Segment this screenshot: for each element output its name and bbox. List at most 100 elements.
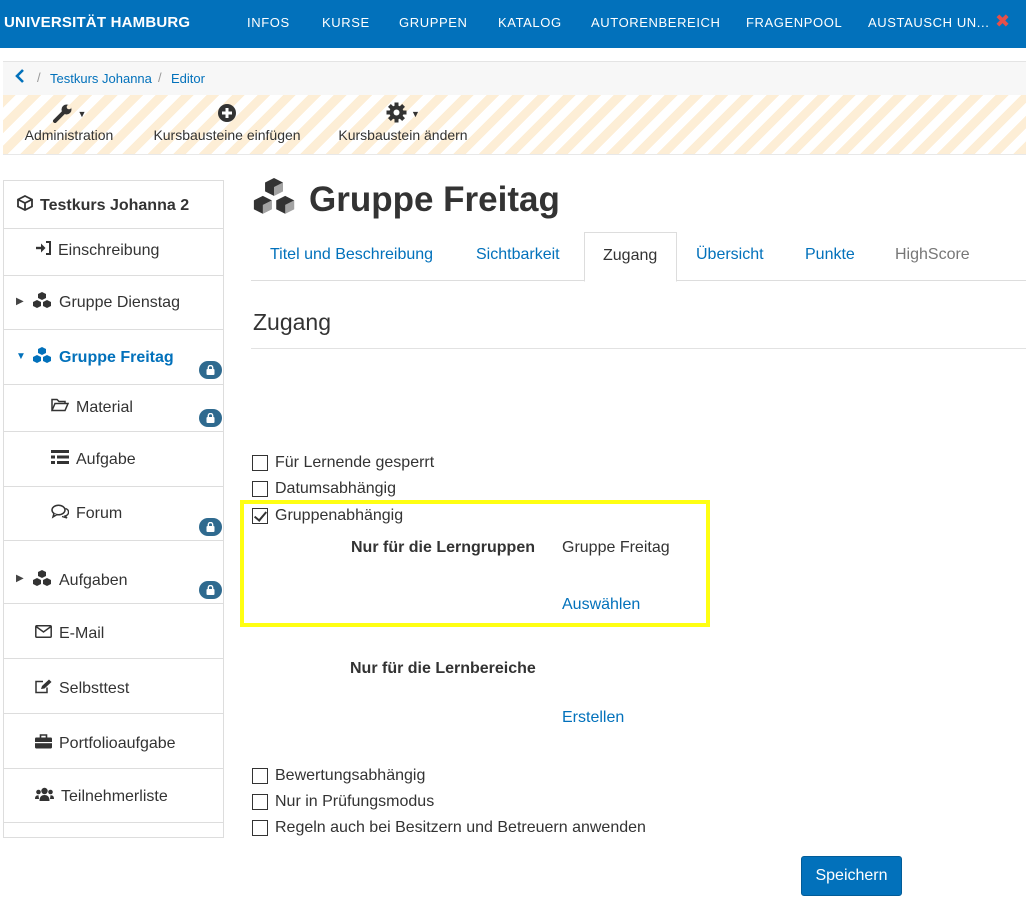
nav-fragenpool[interactable]: FRAGENPOOL xyxy=(746,15,842,30)
tab-uebersicht[interactable]: Übersicht xyxy=(696,232,764,281)
sidebar-item-aufgaben[interactable]: ▶ Aufgaben xyxy=(4,541,223,604)
sidebar-item-selbsttest[interactable]: Selbsttest xyxy=(4,659,223,714)
breadcrumb-editor[interactable]: Editor xyxy=(171,71,205,86)
caret-down-icon[interactable]: ▼ xyxy=(16,351,26,362)
caret-right-icon[interactable]: ▶ xyxy=(16,296,24,307)
groups-label: Nur für die Lerngruppen xyxy=(351,539,535,556)
tab-zugang[interactable]: Zugang xyxy=(584,232,677,282)
sidebar-item-label: Aufgabe xyxy=(76,450,136,468)
sidebar-course-root[interactable]: Testkurs Johanna 2 xyxy=(4,181,223,229)
grading-checkbox-row[interactable]: Bewertungsabhängig xyxy=(252,767,425,785)
lock-icon xyxy=(199,361,222,379)
locked-checkbox-label: Für Lernende gesperrt xyxy=(275,454,435,471)
breadcrumb: / Testkurs Johanna / Editor xyxy=(3,61,1026,95)
wrench-icon xyxy=(52,103,74,126)
sidebar-item-label: Aufgaben xyxy=(59,572,128,589)
chevron-left-icon[interactable] xyxy=(15,69,25,86)
breadcrumb-separator: / xyxy=(37,70,41,85)
save-button[interactable]: Speichern xyxy=(801,856,902,896)
change-block-button[interactable]: ▼ Kursbaustein ändern xyxy=(336,101,470,143)
tab-sichtbarkeit[interactable]: Sichtbarkeit xyxy=(476,232,560,281)
owners-checkbox-label: Regeln auch bei Besitzern und Betreuern … xyxy=(275,819,646,836)
insert-blocks-button[interactable]: Kursbausteine einfügen xyxy=(151,101,303,143)
create-areas-link[interactable]: Erstellen xyxy=(562,709,624,727)
cubes-icon xyxy=(251,178,297,221)
course-title: Testkurs Johanna 2 xyxy=(40,196,190,214)
page-title: Gruppe Freitag xyxy=(309,179,560,219)
administration-label: Administration xyxy=(24,127,114,143)
folder-open-icon xyxy=(50,398,70,417)
exam-checkbox-row[interactable]: Nur in Prüfungsmodus xyxy=(252,793,434,811)
owners-checkbox-row[interactable]: Regeln auch bei Besitzern und Betreuern … xyxy=(252,819,646,837)
groups-value: Gruppe Freitag xyxy=(562,539,670,556)
sidebar-item-email[interactable]: E-Mail xyxy=(4,604,223,659)
sidebar-item-label: E-Mail xyxy=(59,625,105,642)
lock-icon xyxy=(199,518,222,536)
insert-blocks-label: Kursbausteine einfügen xyxy=(153,127,301,143)
top-navigation: UNIVERSITÄT HAMBURG INFOS KURSE GRUPPEN … xyxy=(0,0,1026,48)
gear-icon xyxy=(386,102,407,126)
administration-button[interactable]: ▼ Administration xyxy=(21,101,117,143)
breadcrumb-course[interactable]: Testkurs Johanna xyxy=(50,71,152,86)
editor-toolbar: ▼ Administration Kursbausteine einfügen … xyxy=(3,95,1026,155)
sidebar-item-label: Material xyxy=(76,398,133,416)
sidebar-item-label: Gruppe Freitag xyxy=(59,349,174,366)
cube-icon xyxy=(17,194,33,216)
select-groups-link[interactable]: Auswählen xyxy=(562,596,640,614)
users-icon xyxy=(35,787,54,807)
change-block-label: Kursbaustein ändern xyxy=(338,127,468,143)
sidebar-item-forum[interactable]: Forum xyxy=(4,487,223,541)
date-checkbox-label: Datumsabhängig xyxy=(275,480,396,497)
tab-bar: Titel und Beschreibung Sichtbarkeit Zuga… xyxy=(251,232,1026,282)
tab-titel-beschreibung[interactable]: Titel und Beschreibung xyxy=(270,232,433,281)
section-title: Zugang xyxy=(253,309,332,335)
sidebar-item-material[interactable]: Material xyxy=(4,385,223,432)
sidebar-item-portfolioaufgabe[interactable]: Portfolioaufgabe xyxy=(4,714,223,769)
caret-down-icon: ▼ xyxy=(411,109,420,119)
edit-icon xyxy=(35,679,52,699)
comments-icon xyxy=(51,504,70,524)
exam-checkbox[interactable] xyxy=(252,794,268,810)
sign-in-icon xyxy=(35,241,51,260)
nav-katalog[interactable]: KATALOG xyxy=(498,15,562,30)
section-divider xyxy=(251,348,1026,349)
plus-circle-icon xyxy=(217,103,237,126)
sidebar-item-gruppe-freitag[interactable]: ▼ Gruppe Freitag xyxy=(4,330,223,385)
brand-logo[interactable]: UNIVERSITÄT HAMBURG xyxy=(4,14,190,31)
page-header: Gruppe Freitag xyxy=(251,178,560,221)
owners-checkbox[interactable] xyxy=(252,820,268,836)
sidebar-item-label: Gruppe Dienstag xyxy=(59,294,180,311)
sidebar-item-einschreibung[interactable]: Einschreibung xyxy=(4,229,223,276)
sidebar-item-aufgabe[interactable]: Aufgabe xyxy=(4,432,223,487)
course-tree-sidebar: Testkurs Johanna 2 Einschreibung ▶ Grupp… xyxy=(3,180,224,838)
sidebar-item-gruppe-dienstag[interactable]: ▶ Gruppe Dienstag xyxy=(4,276,223,330)
date-checkbox[interactable] xyxy=(252,481,268,497)
nav-gruppen[interactable]: GRUPPEN xyxy=(399,15,468,30)
sidebar-item-label: Selbsttest xyxy=(59,680,130,697)
sidebar-item-label: Einschreibung xyxy=(58,241,160,259)
cubes-icon xyxy=(32,570,52,592)
grading-checkbox[interactable] xyxy=(252,768,268,784)
close-icon[interactable]: ✖ xyxy=(995,11,1010,32)
locked-checkbox[interactable] xyxy=(252,455,268,471)
list-icon xyxy=(51,450,69,469)
nav-kurse[interactable]: KURSE xyxy=(322,15,370,30)
date-checkbox-row[interactable]: Datumsabhängig xyxy=(252,480,396,498)
areas-label: Nur für die Lernbereiche xyxy=(350,660,536,677)
tab-punkte[interactable]: Punkte xyxy=(805,232,855,281)
envelope-icon xyxy=(35,625,52,643)
tab-highscore[interactable]: HighScore xyxy=(895,232,970,281)
caret-right-icon[interactable]: ▶ xyxy=(16,573,24,584)
grading-checkbox-label: Bewertungsabhängig xyxy=(275,767,426,784)
locked-checkbox-row[interactable]: Für Lernende gesperrt xyxy=(252,454,434,472)
sidebar-item-label: Teilnehmerliste xyxy=(61,788,168,805)
nav-austausch[interactable]: AUSTAUSCH UN... xyxy=(868,15,989,30)
sidebar-item-label: Forum xyxy=(76,505,123,522)
lock-icon xyxy=(199,581,222,599)
briefcase-icon xyxy=(35,734,52,754)
breadcrumb-separator: / xyxy=(158,70,162,85)
nav-infos[interactable]: INFOS xyxy=(247,15,290,30)
nav-autorenbereich[interactable]: AUTORENBEREICH xyxy=(591,15,721,30)
sidebar-item-label: Portfolioaufgabe xyxy=(59,735,176,752)
sidebar-item-teilnehmerliste[interactable]: Teilnehmerliste xyxy=(4,769,223,823)
